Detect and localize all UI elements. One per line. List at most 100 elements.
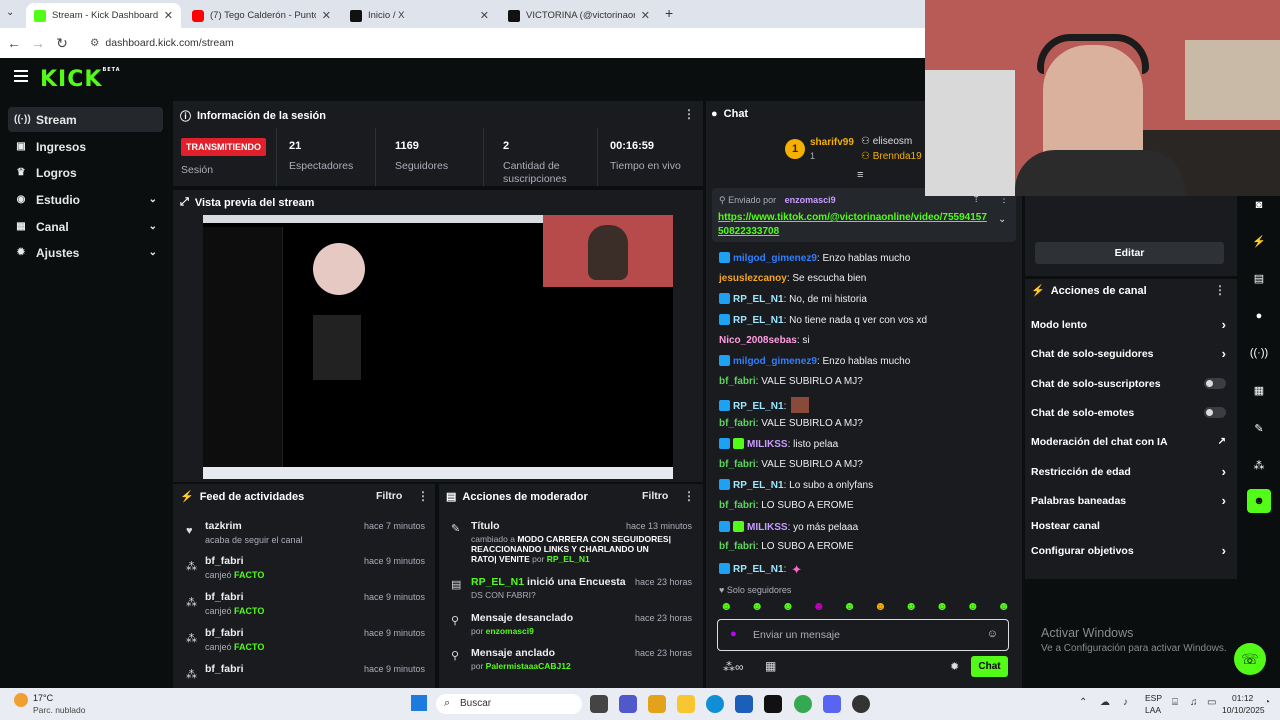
windows-start-icon[interactable] (411, 695, 427, 711)
rail-points-icon[interactable]: ⁂ (1247, 453, 1271, 477)
chat-emote-image[interactable] (791, 397, 810, 413)
edge-icon[interactable] (706, 695, 724, 713)
store-icon[interactable]: ▦ (765, 659, 776, 673)
chat-username[interactable]: MILIKSS (747, 522, 788, 533)
action-slow-mode[interactable]: Modo lento › (1031, 317, 1226, 333)
tiktok-icon[interactable] (764, 695, 782, 713)
discord-icon[interactable] (823, 695, 841, 713)
emote-icon[interactable]: ☻ (905, 599, 918, 615)
top-gifter-third[interactable]: ⚇ Brennda19 (861, 151, 922, 162)
top-gifter-name[interactable]: sharifv99 (810, 137, 854, 148)
chat-username[interactable]: RP_EL_N1 (733, 294, 784, 305)
chat-username[interactable]: Nico_2008sebas (719, 335, 797, 346)
tab-kick-dashboard[interactable]: Stream - Kick Dashboard ✕ (26, 3, 181, 28)
chat-username[interactable]: jesuslezcanoy (719, 273, 787, 284)
emote-icon[interactable]: ☻ (843, 599, 856, 615)
pinned-user[interactable]: enzomasci9 (785, 195, 836, 205)
chat-username[interactable]: RP_EL_N1 (733, 315, 784, 326)
mod-filter-button[interactable]: Filtro (642, 490, 668, 502)
action-configure-goals[interactable]: Configurar objetivos › (1031, 543, 1226, 559)
rail-chat-icon[interactable]: ● (1247, 304, 1271, 328)
close-icon[interactable]: ✕ (322, 9, 331, 22)
chrome-icon[interactable] (794, 695, 812, 713)
pinned-link[interactable]: https://www.tiktok.com/@victorinaonline/… (718, 211, 990, 239)
activity-user[interactable]: bf_fabri (205, 555, 244, 567)
kick-logo[interactable]: KICKBETA (40, 67, 121, 92)
action-age-restriction[interactable]: Restricción de edad › (1031, 464, 1226, 480)
chat-username[interactable]: bf_fabri (719, 500, 756, 511)
language-indicator[interactable]: ESP (1145, 693, 1162, 703)
new-tab-button[interactable]: + (665, 5, 673, 21)
emote-icon[interactable]: ☻ (812, 599, 825, 615)
battery-icon[interactable]: ▭ (1207, 697, 1216, 708)
rail-notes-icon[interactable]: ▤ (1247, 266, 1271, 290)
mod-user[interactable]: enzomasci9 (486, 626, 534, 636)
url-field[interactable]: ⚙ dashboard.kick.com/stream (82, 32, 234, 54)
sidebar-item-ingresos[interactable]: ▣ Ingresos (8, 134, 163, 159)
collapse-gifters-icon[interactable]: ≡ (857, 169, 863, 181)
send-chat-button[interactable]: Chat (971, 656, 1008, 677)
emotes-only-toggle[interactable] (1204, 407, 1226, 418)
more-options-icon[interactable]: ⋮ (683, 107, 695, 121)
rail-camera-icon[interactable]: ◙ (1247, 193, 1271, 217)
rail-layout-icon[interactable]: ▦ (1247, 378, 1271, 402)
tab-tiktok[interactable]: VICTORINA (@victorinaonline) ✕ (500, 3, 658, 28)
chat-username[interactable]: bf_fabri (719, 376, 756, 387)
network-icon[interactable]: ⌸ (1172, 697, 1178, 708)
action-banned-words[interactable]: Palabras baneadas › (1031, 493, 1226, 509)
subscribers-only-toggle[interactable] (1204, 378, 1226, 389)
tab-youtube[interactable]: (7) Tego Calderón - Punto y Ap ✕ (184, 3, 339, 28)
mod-user[interactable]: RP_EL_N1 (471, 576, 524, 588)
more-options-icon[interactable]: ⋮ (1214, 283, 1226, 297)
forward-icon[interactable]: → (26, 35, 50, 51)
rail-emote-icon[interactable]: ☻ (1247, 489, 1271, 513)
reload-icon[interactable]: ↻ (50, 35, 74, 52)
activity-user[interactable]: bf_fabri (205, 591, 244, 603)
emote-icon[interactable]: ☻ (782, 599, 795, 615)
sidebar-item-logros[interactable]: ♛ Logros (8, 160, 163, 185)
chat-username[interactable]: RP_EL_N1 (733, 564, 784, 575)
chat-username[interactable]: MILIKSS (747, 439, 788, 450)
cloud-icon[interactable]: ☁ (1100, 697, 1110, 708)
more-options-icon[interactable]: ⋮ (683, 489, 695, 503)
stream-preview-video[interactable] (203, 215, 673, 479)
task-view-icon[interactable] (590, 695, 608, 713)
taskbar-search[interactable]: ⌕ Buscar (436, 694, 582, 714)
notifications-icon[interactable]: ◔ (1264, 697, 1270, 708)
emoji-icon[interactable]: ☺ (987, 628, 998, 640)
obs-icon[interactable] (852, 695, 870, 713)
weather-temp[interactable]: 17°C (33, 693, 53, 703)
rail-tools-icon[interactable]: ✎ (1247, 416, 1271, 440)
emote-icon[interactable]: ☻ (967, 599, 980, 615)
tab-x[interactable]: Inicio / X ✕ (342, 3, 497, 28)
action-ai-moderation[interactable]: Moderación del chat con IA ↗ (1031, 436, 1226, 450)
more-options-icon[interactable]: ⋮ (417, 489, 429, 503)
edit-button[interactable]: Editar (1035, 242, 1224, 264)
menu-icon[interactable] (14, 70, 28, 85)
activity-user[interactable]: tazkrim (205, 520, 242, 532)
mod-user[interactable]: PalermistaaaCABJ12 (486, 661, 571, 671)
chat-username[interactable]: milgod_gimenez9 (733, 253, 817, 264)
activity-filter-button[interactable]: Filtro (376, 490, 402, 502)
support-chat-icon[interactable]: ☏ (1234, 643, 1266, 675)
teams-icon[interactable] (619, 695, 637, 713)
tray-chevron-icon[interactable]: ⌃ (1079, 697, 1087, 708)
chat-emote-icon[interactable]: ✦ (791, 562, 805, 578)
chat-settings-icon[interactable]: ✹ (950, 660, 959, 673)
mod-user[interactable]: RP_EL_N1 (547, 554, 590, 564)
emote-icon[interactable]: ☻ (874, 599, 887, 615)
clock-time[interactable]: 01:12 (1232, 693, 1253, 703)
emote-icon[interactable]: ☻ (997, 599, 1010, 615)
tab-list-chevron-icon[interactable]: ⌄ (6, 7, 14, 18)
sidebar-item-ajustes[interactable]: ✹ Ajustes ⌄ (8, 240, 163, 265)
store-icon[interactable] (735, 695, 753, 713)
top-gifter-second[interactable]: ⚇ eliseosm (861, 136, 912, 147)
action-followers-only[interactable]: Chat de solo-seguidores › (1031, 346, 1226, 362)
volume-icon[interactable]: ♫ (1190, 697, 1198, 708)
emote-icon[interactable]: ☻ (936, 599, 949, 615)
rail-broadcast-icon[interactable]: ((·)) (1247, 341, 1271, 365)
sidebar-item-estudio[interactable]: ◉ Estudio ⌄ (8, 187, 163, 212)
site-info-icon[interactable]: ⚙ (90, 37, 99, 49)
emote-icon[interactable]: ☻ (720, 599, 733, 615)
close-icon[interactable]: ✕ (164, 9, 173, 22)
